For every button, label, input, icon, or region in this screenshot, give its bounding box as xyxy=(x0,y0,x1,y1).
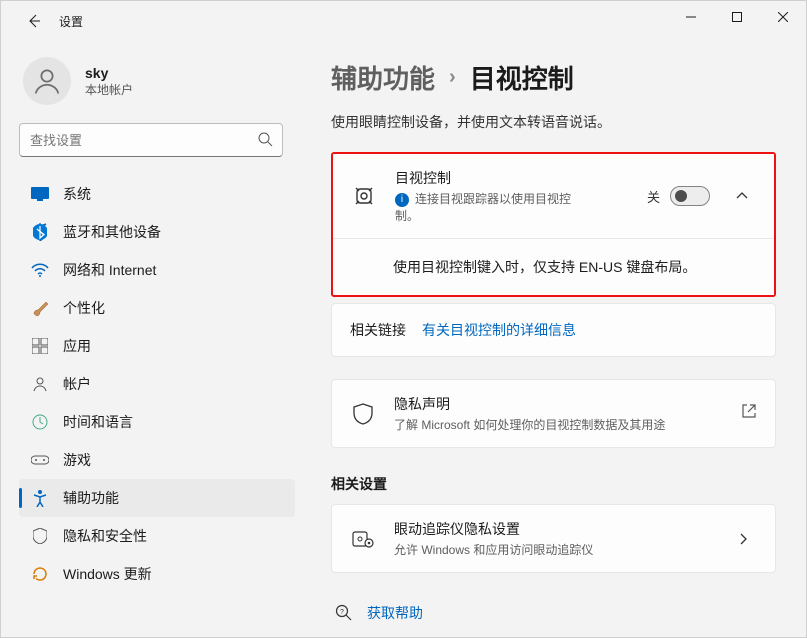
privacy-title: 隐私声明 xyxy=(394,394,723,414)
page-subtitle: 使用眼睛控制设备，并使用文本转语音说话。 xyxy=(331,112,776,132)
nav-windows-update[interactable]: Windows 更新 xyxy=(19,555,295,593)
get-help-label: 获取帮助 xyxy=(367,603,423,623)
navigate-button[interactable] xyxy=(729,525,757,553)
maximize-icon xyxy=(732,12,742,22)
chevron-up-icon xyxy=(735,189,749,203)
close-icon xyxy=(778,12,788,22)
tracker-privacy-title: 眼动追踪仪隐私设置 xyxy=(394,519,711,539)
gamepad-icon xyxy=(31,451,49,469)
search-input[interactable] xyxy=(19,123,283,157)
wifi-icon xyxy=(31,261,49,279)
nav-network[interactable]: 网络和 Internet xyxy=(19,251,295,289)
shield-icon xyxy=(31,527,49,545)
minimize-icon xyxy=(686,12,696,22)
eye-tracker-privacy-row[interactable]: 眼动追踪仪隐私设置 允许 Windows 和应用访问眼动追踪仪 xyxy=(332,505,775,572)
person-icon xyxy=(32,66,62,96)
nav-apps[interactable]: 应用 xyxy=(19,327,295,365)
tracker-icon xyxy=(350,529,376,549)
nav-label: 个性化 xyxy=(63,298,105,318)
account-block[interactable]: sky 本地帐户 xyxy=(19,51,295,123)
nav-privacy[interactable]: 隐私和安全性 xyxy=(19,517,295,555)
open-external-icon xyxy=(741,403,757,419)
app-title: 设置 xyxy=(59,13,83,30)
nav-label: 游戏 xyxy=(63,450,91,470)
nav-system[interactable]: 系统 xyxy=(19,175,295,213)
minimize-button[interactable] xyxy=(668,1,714,33)
avatar xyxy=(23,57,71,105)
get-help-link[interactable]: ? 获取帮助 xyxy=(331,595,776,631)
nav-label: 帐户 xyxy=(63,374,91,394)
info-badge-icon: i xyxy=(395,193,409,207)
apps-icon xyxy=(31,337,49,355)
shield-outline-icon xyxy=(350,403,376,425)
collapse-button[interactable] xyxy=(728,182,756,210)
nav-label: 应用 xyxy=(63,336,91,356)
globe-clock-icon xyxy=(31,413,49,431)
tracker-privacy-sub: 允许 Windows 和应用访问眼动追踪仪 xyxy=(394,541,711,558)
nav-label: 系统 xyxy=(63,184,91,204)
highlighted-region: 目视控制 i连接目视跟踪器以使用目视控制。 关 使用目视控制键入时，仅支持 EN… xyxy=(331,152,776,297)
arrow-left-icon xyxy=(26,13,42,29)
close-button[interactable] xyxy=(760,1,806,33)
eye-control-title: 目视控制 xyxy=(395,168,629,188)
nav-label: 辅助功能 xyxy=(63,488,119,508)
eye-control-toggle[interactable] xyxy=(670,186,710,206)
svg-text:?: ? xyxy=(340,609,344,616)
nav-bluetooth[interactable]: 蓝牙和其他设备 xyxy=(19,213,295,251)
related-links-row: 相关链接 有关目视控制的详细信息 xyxy=(332,304,775,356)
eye-icon xyxy=(351,184,377,208)
accessibility-icon xyxy=(31,489,49,507)
nav-label: 时间和语言 xyxy=(63,412,133,432)
breadcrumb-parent[interactable]: 辅助功能 xyxy=(331,59,435,96)
nav-personalization[interactable]: 个性化 xyxy=(19,289,295,327)
related-settings-heading: 相关设置 xyxy=(331,474,776,494)
eye-control-row[interactable]: 目视控制 i连接目视跟踪器以使用目视控制。 关 xyxy=(333,154,774,238)
breadcrumb: 辅助功能 › 目视控制 xyxy=(331,59,776,96)
keyboard-note: 使用目视控制键入时，仅支持 EN-US 键盘布局。 xyxy=(333,238,774,295)
display-icon xyxy=(31,185,49,203)
person-small-icon xyxy=(31,375,49,393)
related-links-label: 相关链接 xyxy=(350,320,406,340)
eye-control-sub: i连接目视跟踪器以使用目视控制。 xyxy=(395,190,575,224)
help-icon: ? xyxy=(335,604,353,622)
nav-label: Windows 更新 xyxy=(63,564,152,584)
nav-label: 网络和 Internet xyxy=(63,260,156,280)
back-button[interactable] xyxy=(19,6,49,36)
sidebar-nav: 系统 蓝牙和其他设备 网络和 Internet 个性化 应用 xyxy=(19,175,295,593)
toggle-state-label: 关 xyxy=(647,187,660,206)
maximize-button[interactable] xyxy=(714,1,760,33)
chevron-right-icon: › xyxy=(449,66,456,89)
update-icon xyxy=(31,565,49,583)
feedback-link[interactable]: 提供反馈 xyxy=(331,631,776,637)
account-sub: 本地帐户 xyxy=(85,81,133,98)
search-icon xyxy=(257,131,273,152)
open-external-button[interactable] xyxy=(741,403,757,424)
nav-label: 蓝牙和其他设备 xyxy=(63,222,161,242)
nav-accounts[interactable]: 帐户 xyxy=(19,365,295,403)
bluetooth-icon xyxy=(31,223,49,241)
brush-icon xyxy=(31,299,49,317)
chevron-right-icon xyxy=(736,532,750,546)
eye-control-info-link[interactable]: 有关目视控制的详细信息 xyxy=(422,320,576,340)
nav-label: 隐私和安全性 xyxy=(63,526,147,546)
page-title: 目视控制 xyxy=(470,59,574,96)
nav-accessibility[interactable]: 辅助功能 xyxy=(19,479,295,517)
nav-gaming[interactable]: 游戏 xyxy=(19,441,295,479)
privacy-statement-row[interactable]: 隐私声明 了解 Microsoft 如何处理你的目视控制数据及其用途 xyxy=(332,380,775,447)
account-name: sky xyxy=(85,65,133,81)
privacy-sub: 了解 Microsoft 如何处理你的目视控制数据及其用途 xyxy=(394,416,723,433)
nav-time-language[interactable]: 时间和语言 xyxy=(19,403,295,441)
